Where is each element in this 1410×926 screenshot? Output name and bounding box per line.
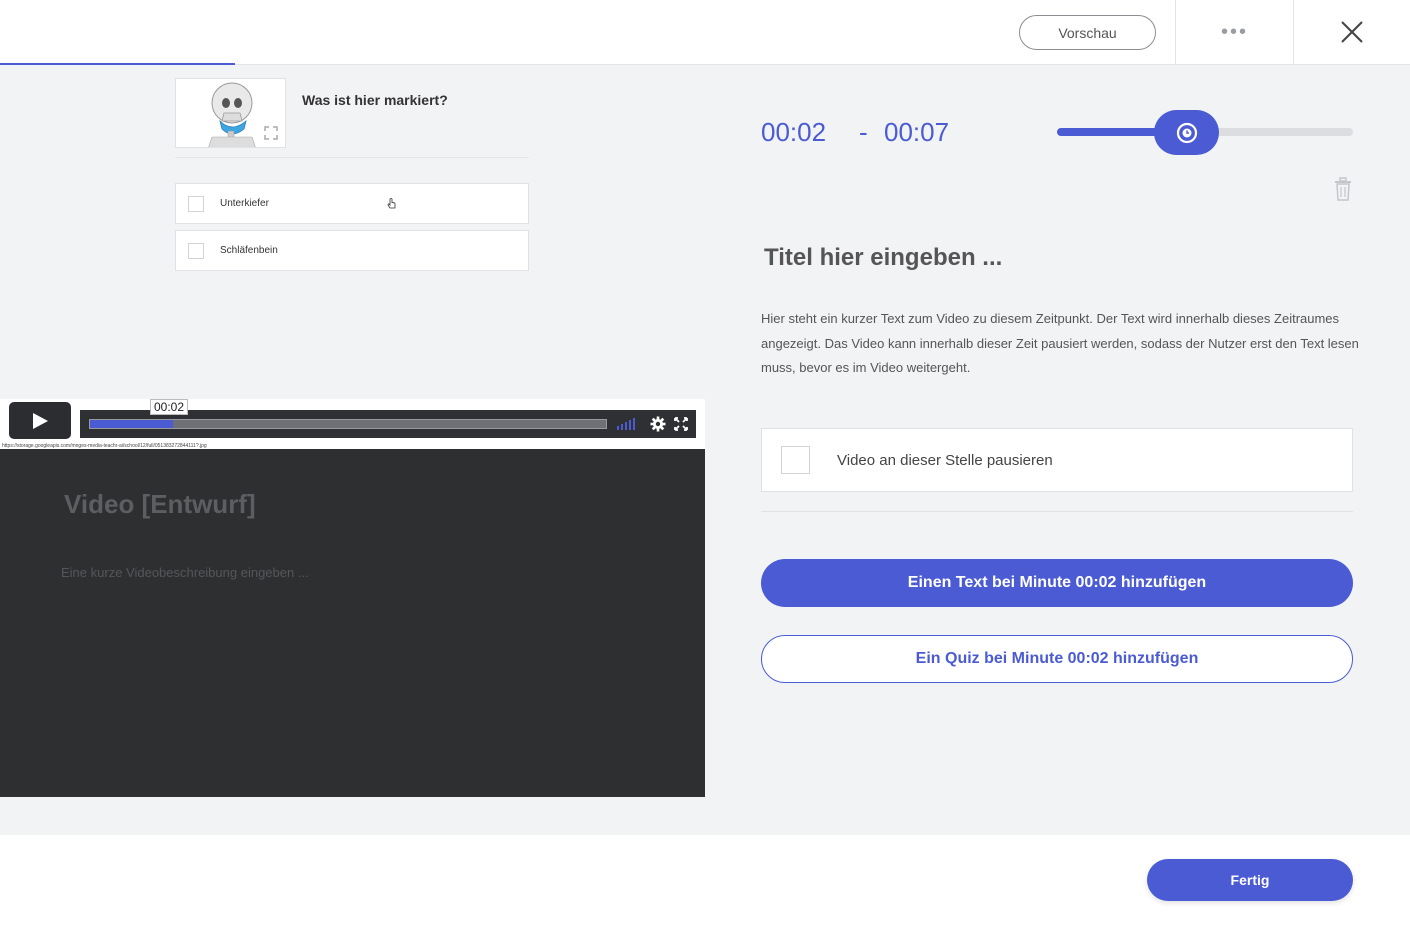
add-quiz-button[interactable]: Ein Quiz bei Minute 00:02 hinzufügen — [761, 635, 1353, 683]
segment-end-time[interactable]: 00:07 — [884, 117, 949, 148]
more-options-button[interactable]: ••• — [1176, 0, 1293, 64]
answer-checkbox[interactable] — [188, 195, 204, 212]
video-player-controls: 00:02 https://storage.googleapis.com/mng… — [0, 399, 705, 451]
clock-icon — [1176, 122, 1197, 143]
done-button[interactable]: Fertig — [1147, 859, 1353, 901]
quiz-answer-option[interactable]: Unterkiefer — [175, 183, 529, 224]
seek-bar-played — [90, 420, 173, 428]
quiz-question: Was ist hier markiert? — [302, 92, 448, 108]
segment-start-time[interactable]: 00:02 — [761, 117, 826, 148]
quiz-answer-option[interactable]: Schläfenbein — [175, 230, 529, 271]
expand-icon[interactable] — [264, 126, 278, 140]
trash-icon[interactable] — [1335, 177, 1351, 201]
current-time-tooltip: 00:02 — [150, 399, 189, 415]
settings-icon[interactable] — [650, 416, 666, 432]
seek-bar[interactable] — [89, 419, 607, 429]
slider-handle[interactable] — [1154, 110, 1219, 155]
divider — [175, 157, 529, 158]
fullscreen-icon[interactable] — [674, 417, 688, 431]
time-separator: - — [859, 117, 868, 147]
answer-checkbox[interactable] — [188, 242, 204, 259]
segment-title-input[interactable]: Titel hier eingeben ... — [764, 244, 1002, 272]
hand-cursor-icon — [387, 198, 396, 209]
top-bar: Vorschau ••• — [0, 0, 1410, 66]
close-icon — [1341, 21, 1363, 43]
pause-video-option[interactable]: Video an dieser Stelle pausieren — [761, 428, 1353, 492]
footer: Fertig — [0, 835, 1410, 926]
play-icon — [33, 412, 48, 429]
divider — [761, 511, 1353, 512]
pause-label: Video an dieser Stelle pausieren — [837, 451, 1053, 469]
answer-label: Schläfenbein — [220, 245, 278, 256]
video-preview-panel: Was ist hier markiert? Unterkiefer Schlä… — [0, 65, 705, 835]
play-button[interactable] — [9, 402, 71, 439]
preview-button[interactable]: Vorschau — [1019, 15, 1156, 50]
video-title-input[interactable]: Video [Entwurf] — [64, 489, 256, 520]
answer-label: Unterkiefer — [220, 198, 269, 209]
video-description-input[interactable]: Eine kurze Videobeschreibung eingeben ..… — [61, 565, 309, 580]
pause-checkbox[interactable] — [781, 446, 810, 474]
segment-description[interactable]: Hier steht ein kurzer Text zum Video zu … — [761, 307, 1361, 381]
segment-editor-panel: 00:02 - 00:07 Titel hier eingeben ... Hi… — [705, 65, 1410, 835]
more-icon: ••• — [1220, 20, 1248, 43]
video-info-area: Video [Entwurf] Eine kurze Videobeschrei… — [0, 449, 705, 797]
add-text-button[interactable]: Einen Text bei Minute 00:02 hinzufügen — [761, 559, 1353, 607]
quiz-image[interactable] — [175, 78, 286, 148]
close-button[interactable] — [1294, 0, 1410, 64]
volume-icon[interactable] — [617, 418, 635, 430]
